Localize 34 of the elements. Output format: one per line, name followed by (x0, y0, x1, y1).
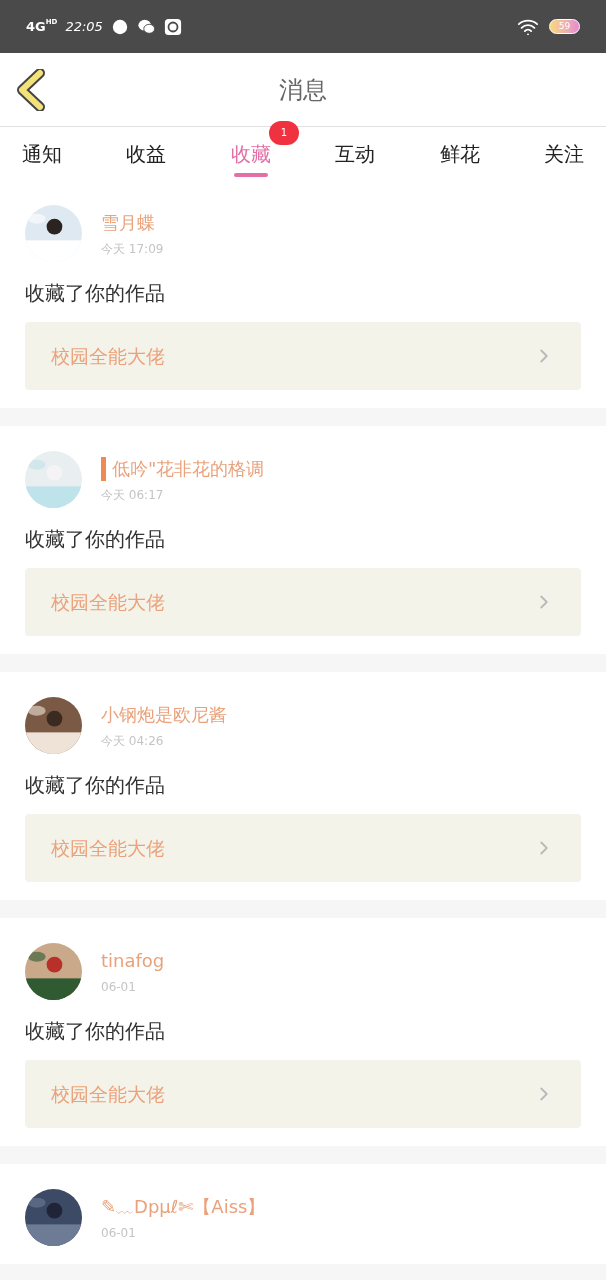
tab[interactable]: 收益 (126, 127, 167, 181)
chat-icon (136, 17, 156, 36)
message-text: 收藏了你的作品 (25, 280, 166, 307)
user-name[interactable]: 低吟"花非花的格调 (112, 455, 265, 482)
back-button[interactable] (16, 68, 46, 111)
work-link[interactable]: 校园全能大佬 (25, 814, 581, 882)
battery: 59 (549, 19, 580, 34)
work-link[interactable]: 校园全能大佬 (25, 568, 581, 636)
tab[interactable]: 互动 (335, 127, 376, 181)
planet-icon (110, 17, 129, 36)
message-text: 收藏了你的作品 (25, 772, 166, 799)
clock: 22:05 (65, 17, 103, 36)
name-marker (101, 456, 106, 481)
user-name[interactable]: 雪月蝶 (101, 209, 155, 236)
user-name[interactable]: tinafog (101, 947, 165, 974)
work-link[interactable]: 校园全能大佬 (25, 322, 581, 390)
network-label: 4G (26, 17, 46, 36)
message-time: 06-01 (101, 979, 137, 996)
tab[interactable]: 收藏 (230, 127, 271, 181)
user-name[interactable]: ✎﹏Dpμℓ✄【Aiss】 (101, 1193, 266, 1220)
work-link[interactable]: 校园全能大佬 (25, 1060, 581, 1128)
page-title: 消息 (279, 74, 327, 106)
badge: 1 (268, 121, 300, 145)
message-text: 收藏了你的作品 (25, 1018, 166, 1045)
message-time: 06-01 (101, 1225, 137, 1242)
tab[interactable]: 鲜花 (439, 127, 480, 181)
message-time: 今天 17:09 (101, 241, 164, 258)
user-name[interactable]: 小钢炮是欧尼酱 (101, 701, 227, 728)
tab[interactable]: 通知 (22, 127, 62, 181)
message-time: 今天 06:17 (101, 487, 165, 504)
message-time: 今天 04:26 (101, 733, 165, 750)
message-text: 收藏了你的作品 (25, 526, 166, 553)
tab[interactable]: 关注 (543, 127, 584, 181)
app-icon (163, 17, 182, 36)
